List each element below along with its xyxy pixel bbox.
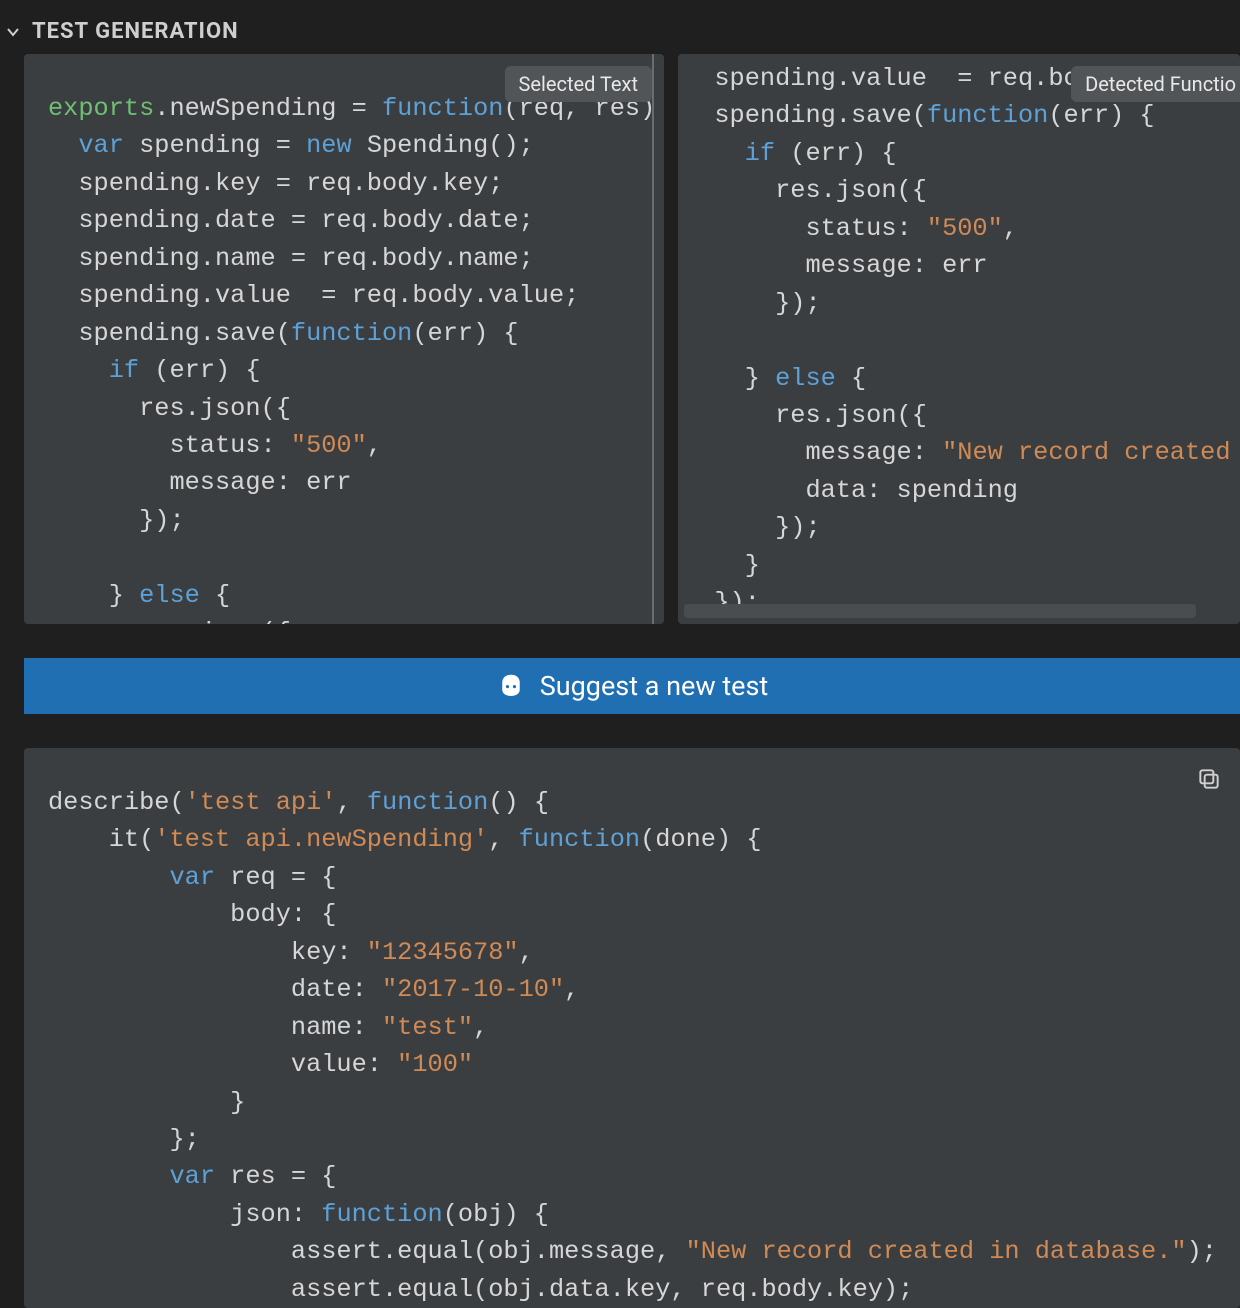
generated-test-pane[interactable]: describe('test api', function() { it('te…: [24, 748, 1240, 1308]
chevron-down-icon: [4, 23, 22, 41]
selected-text-pane[interactable]: Selected Text exports.newSpending = func…: [24, 54, 664, 624]
pane-tag-selected: Selected Text: [505, 66, 652, 102]
selected-code: exports.newSpending = function(req, res)…: [24, 54, 664, 624]
code-panels: Selected Text exports.newSpending = func…: [0, 54, 1240, 624]
copilot-icon: [496, 671, 526, 701]
section-title-brushes: BRUSHES: [32, 0, 137, 3]
pane-tag-detected: Detected Functio: [1071, 66, 1240, 102]
horizontal-scrollbar[interactable]: [684, 604, 1196, 618]
suggest-test-button[interactable]: Suggest a new test: [24, 658, 1240, 714]
generated-test-code: describe('test api', function() { it('te…: [24, 748, 1240, 1308]
pane-divider: [652, 54, 654, 624]
section-brushes[interactable]: BRUSHES: [0, 0, 1240, 13]
copy-icon[interactable]: [1192, 762, 1226, 796]
section-title-testgen: TEST GENERATION: [32, 19, 239, 44]
section-testgen[interactable]: TEST GENERATION: [0, 13, 1240, 54]
detected-function-pane[interactable]: Detected Functio spending.value = req.bo…: [678, 54, 1240, 624]
detected-code: spending.value = req.bo spending.save(fu…: [678, 54, 1240, 624]
suggest-test-label: Suggest a new test: [540, 670, 769, 702]
